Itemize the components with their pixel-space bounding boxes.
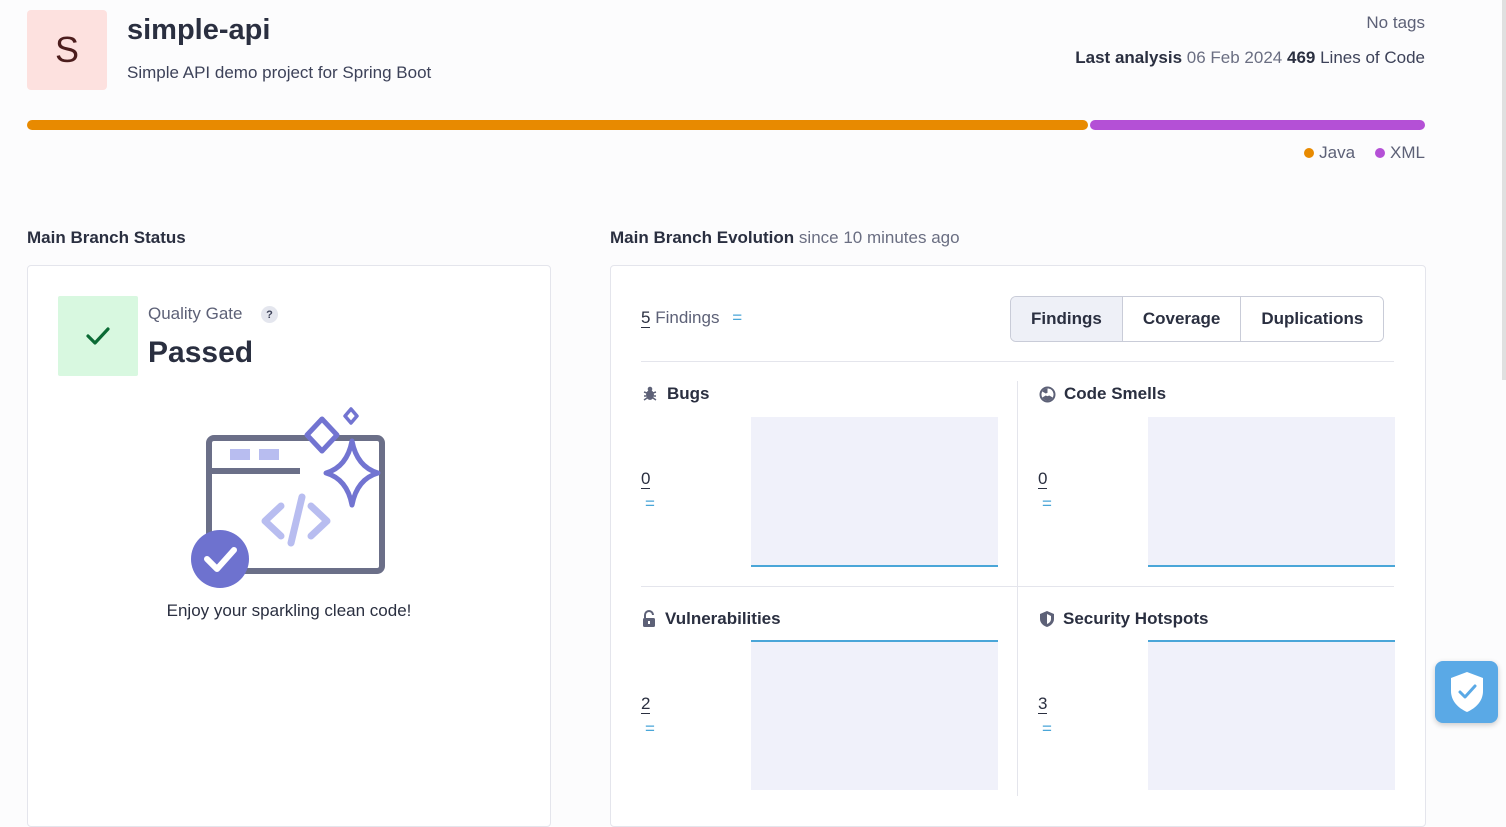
metric-bugs[interactable]: Bugs bbox=[641, 384, 710, 404]
legend-item-xml: XML bbox=[1375, 143, 1425, 163]
bug-icon bbox=[643, 386, 657, 401]
metric-vulnerabilities[interactable]: Vulnerabilities bbox=[641, 609, 781, 629]
metric-code-smells-value[interactable]: 0 bbox=[1038, 469, 1048, 489]
language-distribution-bar bbox=[27, 120, 1425, 130]
divider bbox=[1017, 381, 1018, 796]
code-smells-sparkline bbox=[1148, 417, 1395, 567]
tab-findings[interactable]: Findings bbox=[1011, 297, 1122, 341]
metric-code-smells-value-wrap: 0 bbox=[1038, 469, 1048, 489]
findings-trend-icon: = bbox=[732, 308, 743, 327]
tab-coverage[interactable]: Coverage bbox=[1121, 297, 1241, 341]
code-smell-icon bbox=[1039, 386, 1056, 402]
clean-code-illustration bbox=[191, 407, 385, 588]
project-avatar: S bbox=[27, 10, 107, 90]
language-legend: Java XML bbox=[1304, 143, 1425, 163]
quality-gate-status-box bbox=[58, 296, 138, 376]
project-description: Simple API demo project for Spring Boot bbox=[127, 63, 432, 82]
loc-label: Lines of Code bbox=[1320, 48, 1425, 67]
security-hotspots-sparkline bbox=[1148, 640, 1395, 790]
last-analysis: Last analysis 06 Feb 2024 469 Lines of C… bbox=[1075, 48, 1425, 68]
loc-value: 469 bbox=[1286, 48, 1316, 67]
quality-gate-label: Quality Gate bbox=[148, 304, 243, 323]
divider bbox=[641, 361, 1394, 362]
metric-code-smells[interactable]: Code Smells bbox=[1039, 384, 1166, 404]
last-analysis-label: Last analysis bbox=[1075, 48, 1183, 67]
metric-bugs-value[interactable]: 0 bbox=[641, 469, 651, 489]
evolution-since: since 10 minutes ago bbox=[798, 228, 960, 247]
clean-code-message: Enjoy your sparkling clean code! bbox=[166, 601, 412, 620]
evolution-tab-group: Findings Coverage Duplications bbox=[1010, 296, 1385, 342]
project-tags[interactable]: No tags bbox=[1366, 13, 1425, 33]
page-scrollbar[interactable] bbox=[1502, 0, 1506, 380]
main-branch-evolution-title: Main Branch Evolution since 10 minutes a… bbox=[610, 228, 960, 247]
quality-gate-value: Passed bbox=[148, 336, 254, 369]
help-icon[interactable]: ? bbox=[261, 306, 278, 323]
main-branch-status-title: Main Branch Status bbox=[27, 228, 186, 247]
vulnerabilities-sparkline bbox=[751, 640, 998, 790]
metric-vulnerabilities-trend: = bbox=[645, 719, 655, 738]
vulnerabilities-trend-line bbox=[751, 640, 998, 642]
metric-code-smells-trend: = bbox=[1042, 494, 1052, 513]
findings-summary: 5 Findings = bbox=[641, 308, 742, 328]
language-bar-xml bbox=[1089, 120, 1425, 130]
language-bar-java bbox=[27, 120, 1088, 130]
lock-icon bbox=[643, 610, 655, 627]
findings-label: Findings bbox=[655, 308, 720, 327]
tab-duplications[interactable]: Duplications bbox=[1240, 297, 1384, 341]
metric-bugs-value-wrap: 0 bbox=[641, 469, 651, 489]
bugs-sparkline bbox=[751, 417, 998, 567]
metric-security-hotspots[interactable]: Security Hotspots bbox=[1039, 609, 1208, 629]
metric-security-hotspots-value[interactable]: 3 bbox=[1038, 694, 1048, 714]
floating-shield-button[interactable] bbox=[1435, 661, 1498, 723]
security-hotspots-trend-line bbox=[1148, 640, 1395, 642]
metric-vulnerabilities-value-wrap: 2 bbox=[641, 694, 651, 714]
check-icon bbox=[86, 327, 110, 345]
bugs-trend-line bbox=[751, 565, 998, 567]
legend-item-java: Java bbox=[1304, 143, 1355, 163]
metric-security-hotspots-trend: = bbox=[1042, 719, 1052, 738]
last-analysis-date: 06 Feb 2024 bbox=[1186, 48, 1283, 67]
metric-bugs-trend: = bbox=[645, 494, 655, 513]
project-name: simple-api bbox=[127, 14, 271, 46]
metric-security-hotspots-value-wrap: 3 bbox=[1038, 694, 1048, 714]
shield-check-icon bbox=[1450, 672, 1483, 712]
shield-icon bbox=[1040, 611, 1054, 627]
findings-count[interactable]: 5 bbox=[641, 308, 651, 328]
code-smells-trend-line bbox=[1148, 565, 1395, 567]
metric-vulnerabilities-value[interactable]: 2 bbox=[641, 694, 651, 714]
